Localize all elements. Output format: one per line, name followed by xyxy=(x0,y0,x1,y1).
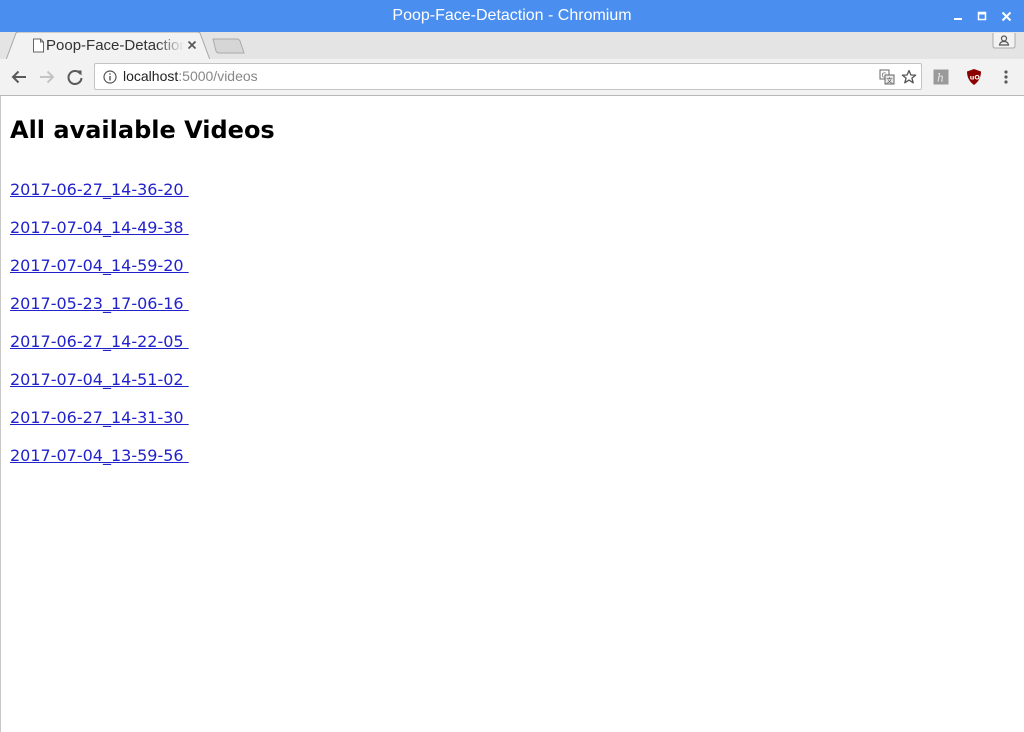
video-link[interactable]: 2017-06-27_14-22-05 xyxy=(10,332,189,351)
maximize-icon[interactable] xyxy=(970,4,994,28)
video-link[interactable]: 2017-06-27_14-31-30 xyxy=(10,408,189,427)
address-bar[interactable]: localhost:5000/videos G 文 xyxy=(94,63,922,90)
list-item: 2017-07-04_14-49-38 xyxy=(10,218,189,256)
close-icon[interactable] xyxy=(994,4,1018,28)
info-icon[interactable] xyxy=(103,70,117,84)
list-item: 2017-05-23_17-06-16 xyxy=(10,294,189,332)
back-arrow-icon[interactable] xyxy=(9,67,29,87)
page-title: All available Videos xyxy=(10,116,275,144)
video-link[interactable]: 2017-07-04_14-49-38 xyxy=(10,218,189,237)
forward-arrow-icon[interactable] xyxy=(37,67,57,87)
minimize-icon[interactable] xyxy=(946,4,970,28)
reload-icon[interactable] xyxy=(65,67,85,87)
svg-text:文: 文 xyxy=(886,76,893,85)
kebab-menu-icon[interactable] xyxy=(996,67,1016,87)
star-icon[interactable] xyxy=(901,69,917,85)
window-title: Poop-Face-Detaction - Chromium xyxy=(392,7,632,24)
browser-window: Poop-Face-Detaction - Chromium Poop-Face… xyxy=(0,0,1024,732)
video-list: 2017-06-27_14-36-20 2017-07-04_14-49-38 … xyxy=(10,180,189,484)
list-item: 2017-07-04_14-59-20 xyxy=(10,256,189,294)
video-link[interactable]: 2017-06-27_14-36-20 xyxy=(10,180,189,199)
url-text[interactable]: localhost:5000/videos xyxy=(123,64,258,89)
svg-text:uO: uO xyxy=(970,74,981,82)
ublock-origin-icon[interactable]: uO xyxy=(964,67,984,87)
browser-toolbar: localhost:5000/videos G 文 h uO xyxy=(0,59,1024,96)
window-controls xyxy=(946,0,1018,32)
list-item: 2017-06-27_14-36-20 xyxy=(10,180,189,218)
svg-text:h: h xyxy=(937,72,944,85)
tab-strip: Poop-Face-Detaction xyxy=(0,32,1024,60)
h-extension-icon[interactable]: h xyxy=(931,67,951,87)
url-path: :5000/videos xyxy=(178,68,258,84)
tab-title: Poop-Face-Detaction xyxy=(46,37,184,54)
tab-active[interactable]: Poop-Face-Detaction xyxy=(6,32,210,60)
page-content: All available Videos 2017-06-27_14-36-20… xyxy=(0,96,1024,732)
video-link[interactable]: 2017-05-23_17-06-16 xyxy=(10,294,189,313)
video-link[interactable]: 2017-07-04_14-59-20 xyxy=(10,256,189,275)
list-item: 2017-06-27_14-31-30 xyxy=(10,408,189,446)
translate-icon[interactable]: G 文 xyxy=(879,69,895,85)
list-item: 2017-07-04_14-51-02 xyxy=(10,370,189,408)
list-item: 2017-07-04_13-59-56 xyxy=(10,446,189,484)
profile-icon[interactable] xyxy=(992,33,1016,49)
title-bar: Poop-Face-Detaction - Chromium xyxy=(0,0,1024,32)
page-favicon-icon xyxy=(33,38,44,53)
url-host: localhost xyxy=(123,68,179,84)
new-tab-button[interactable] xyxy=(210,38,246,54)
tab-close-icon[interactable] xyxy=(186,39,198,51)
video-link[interactable]: 2017-07-04_13-59-56 xyxy=(10,446,189,465)
video-link[interactable]: 2017-07-04_14-51-02 xyxy=(10,370,189,389)
list-item: 2017-06-27_14-22-05 xyxy=(10,332,189,370)
